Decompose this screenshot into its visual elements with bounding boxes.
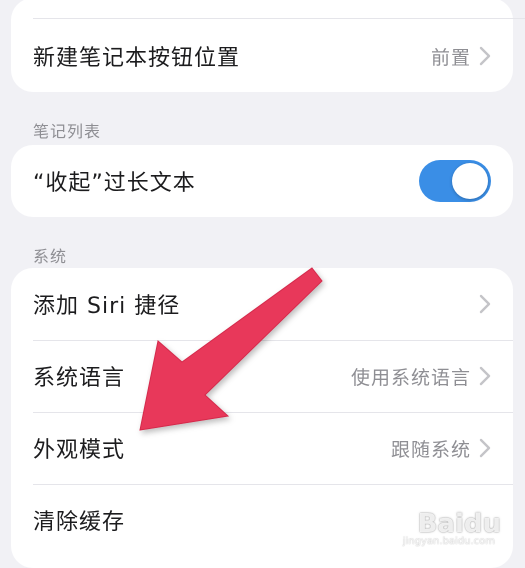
row-new-notebook-button-position[interactable]: 新建笔记本按钮位置 前置 bbox=[11, 20, 513, 92]
row-value: 跟随系统 bbox=[390, 438, 471, 461]
row-value: 使用系统语言 bbox=[350, 366, 471, 389]
row-add-siri-shortcut[interactable]: 添加 Siri 捷径 bbox=[11, 268, 513, 340]
toggle-knob bbox=[452, 163, 488, 199]
divider bbox=[33, 18, 525, 19]
row-value: 前置 bbox=[430, 46, 471, 69]
row-label: 清除缓存 bbox=[33, 510, 126, 535]
chevron-right-icon bbox=[479, 46, 491, 66]
row-label: 添加 Siri 捷径 bbox=[33, 294, 181, 319]
baidu-watermark-sub: jingyan.baidu.com bbox=[402, 536, 495, 547]
collapse-long-text-toggle[interactable] bbox=[419, 160, 491, 202]
row-label: “收起”过长文本 bbox=[33, 171, 196, 196]
row-right bbox=[471, 294, 491, 314]
chevron-right-icon bbox=[479, 438, 491, 458]
baidu-watermark: Baidu bbox=[417, 509, 501, 539]
row-collapse-long-text: “收起”过长文本 bbox=[11, 145, 513, 217]
chevron-right-icon bbox=[479, 294, 491, 314]
row-right: 前置 bbox=[431, 43, 491, 70]
section-header-system: 系统 bbox=[33, 247, 68, 266]
row-right: 使用系统语言 bbox=[351, 363, 491, 390]
row-system-language[interactable]: 系统语言 使用系统语言 bbox=[11, 340, 513, 412]
notes-list-card: “收起”过长文本 bbox=[11, 145, 513, 217]
row-right: 跟随系统 bbox=[391, 435, 491, 462]
row-appearance-mode[interactable]: 外观模式 跟随系统 bbox=[11, 412, 513, 484]
chevron-right-icon bbox=[479, 366, 491, 386]
section-header-notes-list: 笔记列表 bbox=[33, 122, 102, 141]
row-label: 系统语言 bbox=[33, 366, 126, 391]
row-label: 外观模式 bbox=[33, 438, 126, 463]
row-label: 新建笔记本按钮位置 bbox=[33, 46, 241, 71]
top-settings-card: 新建笔记本按钮位置 前置 bbox=[11, 0, 513, 92]
